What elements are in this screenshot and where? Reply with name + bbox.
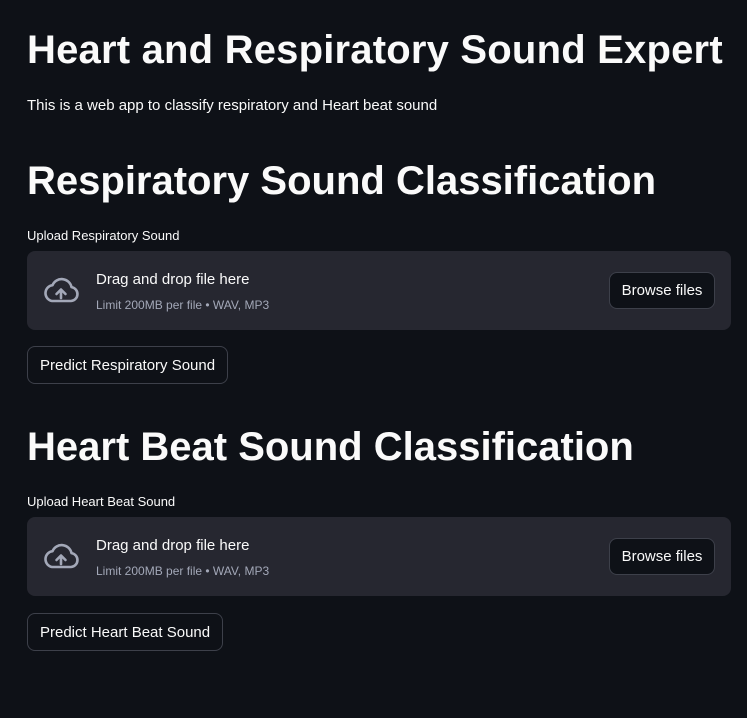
heartbeat-upload-label: Upload Heart Beat Sound	[27, 494, 176, 509]
app-page: Heart and Respiratory Sound Expert This …	[0, 0, 747, 718]
heartbeat-file-dropzone[interactable]: Drag and drop file here Limit 200MB per …	[27, 517, 731, 596]
heartbeat-file-limit: Limit 200MB per file • WAV, MP3	[96, 564, 270, 578]
respiratory-file-dropzone[interactable]: Drag and drop file here Limit 200MB per …	[27, 251, 731, 330]
respiratory-browse-files-button[interactable]: Browse files	[609, 272, 715, 309]
respiratory-drop-instruction: Drag and drop file here	[96, 271, 250, 288]
page-description: This is a web app to classify respirator…	[27, 97, 438, 114]
respiratory-file-limit: Limit 200MB per file • WAV, MP3	[96, 298, 270, 312]
page-title: Heart and Respiratory Sound Expert	[27, 28, 723, 72]
respiratory-section-title: Respiratory Sound Classification	[27, 159, 657, 203]
heartbeat-drop-instruction: Drag and drop file here	[96, 537, 250, 554]
predict-heartbeat-button[interactable]: Predict Heart Beat Sound	[27, 613, 224, 651]
cloud-upload-icon	[44, 543, 79, 569]
heartbeat-browse-files-button[interactable]: Browse files	[609, 538, 715, 575]
respiratory-upload-label: Upload Respiratory Sound	[27, 228, 180, 243]
heartbeat-section-title: Heart Beat Sound Classification	[27, 425, 634, 469]
predict-respiratory-button[interactable]: Predict Respiratory Sound	[27, 346, 229, 384]
cloud-upload-icon	[44, 277, 79, 303]
